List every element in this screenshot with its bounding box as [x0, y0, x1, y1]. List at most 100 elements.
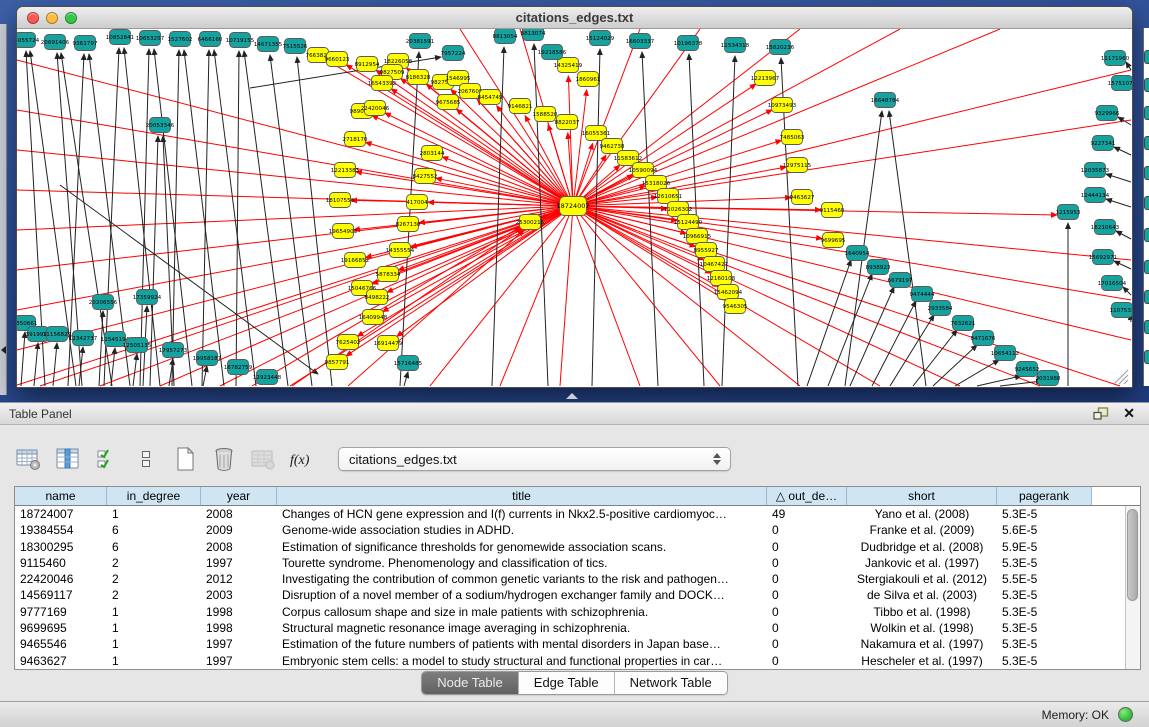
- table-row[interactable]: 977716911998Corpus callosum shape and si…: [15, 604, 1140, 620]
- table-cell[interactable]: Changes of HCN gene expression and I(f) …: [277, 506, 767, 522]
- table-cell[interactable]: 5.3E-5: [997, 653, 1092, 669]
- resize-grip-icon[interactable]: [1124, 380, 1128, 384]
- table-cell[interactable]: Tibbo et al. (1998): [847, 604, 997, 620]
- table-scrollbar[interactable]: [1125, 506, 1140, 669]
- table-cell[interactable]: 1997: [201, 653, 277, 669]
- table-cell[interactable]: 9699695: [15, 620, 107, 636]
- rows-icon[interactable]: [131, 445, 161, 473]
- table-cell[interactable]: 2009: [201, 522, 277, 538]
- table-cell[interactable]: 18724007: [15, 506, 107, 522]
- network-canvas[interactable]: 1872400776638229660123891295418226058982…: [17, 29, 1132, 387]
- column-header-in_degree[interactable]: in_degree: [107, 487, 201, 505]
- table-cell[interactable]: Embryonic stem cells: a model to study s…: [277, 653, 767, 669]
- table-cell[interactable]: 5.3E-5: [997, 620, 1092, 636]
- table-cell[interactable]: 2008: [201, 506, 277, 522]
- table-cell[interactable]: Corpus callosum shape and size in male p…: [277, 604, 767, 620]
- table-cell[interactable]: 0: [767, 636, 847, 652]
- table-cell[interactable]: 9463627: [15, 653, 107, 669]
- table-cell[interactable]: 1997: [201, 636, 277, 652]
- table-cell[interactable]: 22420046: [15, 571, 107, 587]
- table-cell[interactable]: 1997: [201, 555, 277, 571]
- delete-table-icon[interactable]: [209, 445, 239, 473]
- table-cell[interactable]: 5.6E-5: [997, 522, 1092, 538]
- table-row[interactable]: 969969511998Structural magnetic resonanc…: [15, 620, 1140, 636]
- table-cell[interactable]: 9115460: [15, 555, 107, 571]
- scrollbar-thumb[interactable]: [1127, 509, 1138, 601]
- table-cell[interactable]: 1: [107, 653, 201, 669]
- table-row[interactable]: 1938455462009Genome-wide association stu…: [15, 522, 1140, 538]
- table-settings-icon[interactable]: [14, 445, 44, 473]
- table-cell[interactable]: 9777169: [15, 604, 107, 620]
- table-cell[interactable]: 5.3E-5: [997, 587, 1092, 603]
- table-cell[interactable]: 2003: [201, 587, 277, 603]
- table-row[interactable]: 946554611997Estimation of the future num…: [15, 636, 1140, 652]
- table-cell[interactable]: 2012: [201, 571, 277, 587]
- row-select-icon[interactable]: [92, 445, 122, 473]
- column-header-title[interactable]: title: [277, 487, 767, 505]
- table-cell[interactable]: 1998: [201, 604, 277, 620]
- column-header-out_de[interactable]: △ out_de…: [767, 487, 847, 505]
- table-cell[interactable]: Genome-wide association studies in ADHD.: [277, 522, 767, 538]
- table-row[interactable]: 911546021997Tourette syndrome. Phenomeno…: [15, 555, 1140, 571]
- table-cell[interactable]: 1: [107, 506, 201, 522]
- close-panel-icon[interactable]: ✕: [1123, 405, 1135, 422]
- table-cell[interactable]: Estimation of the future numbers of pati…: [277, 636, 767, 652]
- table-row[interactable]: 946362711997Embryonic stem cells: a mode…: [15, 653, 1140, 669]
- table-cell[interactable]: 0: [767, 539, 847, 555]
- table-row[interactable]: 1872400712008Changes of HCN gene express…: [15, 506, 1140, 522]
- table-cell[interactable]: Nakamura et al. (1997): [847, 636, 997, 652]
- resize-grip-icon[interactable]: [1119, 375, 1128, 384]
- table-cell[interactable]: Investigating the contribution of common…: [277, 571, 767, 587]
- table-cell[interactable]: 49: [767, 506, 847, 522]
- column-header-name[interactable]: name: [15, 487, 107, 505]
- table-cell[interactable]: 5.3E-5: [997, 506, 1092, 522]
- table-cell[interactable]: 5.3E-5: [997, 604, 1092, 620]
- float-window-icon[interactable]: [1093, 407, 1109, 426]
- function-builder-icon[interactable]: f(x): [287, 445, 317, 473]
- table-cell[interactable]: 2: [107, 571, 201, 587]
- table-cell[interactable]: 1: [107, 636, 201, 652]
- network-table-select[interactable]: citations_edges.txt: [338, 447, 731, 471]
- table-cell[interactable]: Disruption of a novel member of a sodium…: [277, 587, 767, 603]
- table-cell[interactable]: 19384554: [15, 522, 107, 538]
- table-cell[interactable]: de Silva et al. (2003): [847, 587, 997, 603]
- table-cell[interactable]: 5.3E-5: [997, 555, 1092, 571]
- table-cell[interactable]: 1998: [201, 620, 277, 636]
- table-cell[interactable]: Stergiakouli et al. (2012): [847, 571, 997, 587]
- table-row[interactable]: 2242004622012Investigating the contribut…: [15, 571, 1140, 587]
- table-cell[interactable]: 0: [767, 522, 847, 538]
- column-header-year[interactable]: year: [201, 487, 277, 505]
- window-titlebar[interactable]: citations_edges.txt: [17, 7, 1132, 29]
- table-cell[interactable]: Structural magnetic resonance image aver…: [277, 620, 767, 636]
- table-cell[interactable]: 0: [767, 620, 847, 636]
- column-header-short[interactable]: short: [847, 487, 997, 505]
- table-cell[interactable]: 6: [107, 522, 201, 538]
- column-visibility-icon[interactable]: [53, 445, 83, 473]
- table-cell[interactable]: 1: [107, 620, 201, 636]
- table-cell[interactable]: Franke et al. (2009): [847, 522, 997, 538]
- table-cell[interactable]: 2008: [201, 539, 277, 555]
- table-cell[interactable]: Tourette syndrome. Phenomenology and cla…: [277, 555, 767, 571]
- table-cell[interactable]: 0: [767, 571, 847, 587]
- table-cell[interactable]: 5.9E-5: [997, 539, 1092, 555]
- table-cell[interactable]: 6: [107, 539, 201, 555]
- table-cell[interactable]: 2: [107, 555, 201, 571]
- table-row[interactable]: 1456911722003Disruption of a novel membe…: [15, 587, 1140, 603]
- table-cell[interactable]: 9465546: [15, 636, 107, 652]
- table-cell[interactable]: 5.5E-5: [997, 571, 1092, 587]
- table-cell[interactable]: Dudbridge et al. (2008): [847, 539, 997, 555]
- new-table-icon[interactable]: [170, 445, 200, 473]
- table-row[interactable]: 1830029562008Estimation of significance …: [15, 539, 1140, 555]
- table-cell[interactable]: Yano et al. (2008): [847, 506, 997, 522]
- table-cell[interactable]: 14569117: [15, 587, 107, 603]
- table-cell[interactable]: Jankovic et al. (1997): [847, 555, 997, 571]
- splitter-handle[interactable]: [566, 393, 578, 399]
- table-cell[interactable]: 0: [767, 555, 847, 571]
- table-cell[interactable]: 1: [107, 604, 201, 620]
- table-cell[interactable]: Estimation of significance thresholds fo…: [277, 539, 767, 555]
- table-cell[interactable]: 18300295: [15, 539, 107, 555]
- table-cell[interactable]: 5.3E-5: [997, 636, 1092, 652]
- table-cell[interactable]: 0: [767, 653, 847, 669]
- table-cell[interactable]: Wolkin et al. (1998): [847, 620, 997, 636]
- tab-network-table[interactable]: Network Table: [614, 672, 727, 694]
